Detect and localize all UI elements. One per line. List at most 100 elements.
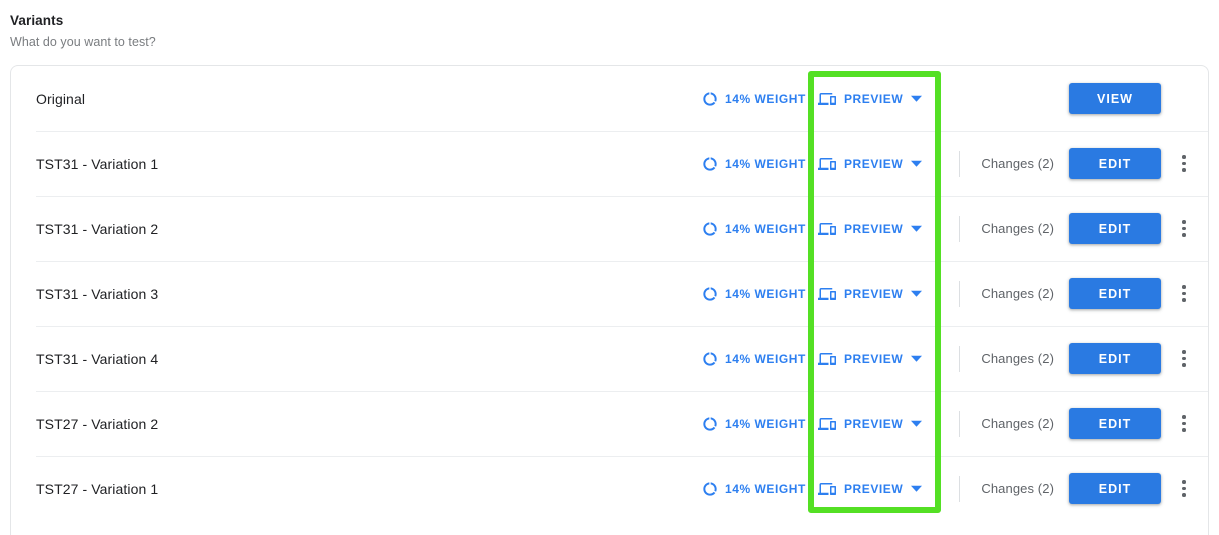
- variant-name: Original: [36, 90, 86, 107]
- actions-divider: [959, 475, 961, 502]
- chevron-down-icon: [911, 288, 923, 299]
- preview-label: PREVIEW: [844, 156, 904, 171]
- more-vert-icon[interactable]: [1171, 474, 1197, 504]
- chevron-down-icon: [911, 93, 923, 104]
- kebab-dot: [1182, 168, 1186, 172]
- kebab-dot: [1182, 415, 1186, 419]
- kebab-dot: [1182, 220, 1186, 224]
- row-action-button[interactable]: EDIT: [1069, 213, 1161, 244]
- weight-label: 14% WEIGHT: [725, 156, 806, 171]
- kebab-dot: [1182, 298, 1186, 302]
- table-row[interactable]: TST27 - Variation 1 14% WEIGHT PREVIEW C…: [11, 456, 1208, 521]
- preview-dropdown-button[interactable]: PREVIEW: [818, 350, 923, 368]
- row-action-button[interactable]: EDIT: [1069, 148, 1161, 179]
- variants-list: Original 14% WEIGHT PREVIEW VIEW TST31 -…: [11, 66, 1208, 521]
- weight-indicator: 14% WEIGHT: [702, 221, 808, 237]
- variant-name: TST31 - Variation 3: [36, 285, 159, 302]
- more-vert-icon[interactable]: [1171, 279, 1197, 309]
- table-row[interactable]: Original 14% WEIGHT PREVIEW VIEW: [11, 66, 1208, 131]
- weight-indicator: 14% WEIGHT: [702, 416, 808, 432]
- devices-icon: [818, 350, 836, 368]
- variant-name: TST27 - Variation 1: [36, 480, 159, 497]
- kebab-dot: [1182, 350, 1186, 354]
- weight-label: 14% WEIGHT: [725, 221, 806, 236]
- variant-name: TST31 - Variation 4: [36, 350, 159, 367]
- more-vert-icon[interactable]: [1171, 409, 1197, 439]
- kebab-dot: [1182, 161, 1186, 166]
- row-actions: Changes (2) EDIT: [939, 278, 1208, 309]
- data-usage-donut-icon: [702, 156, 718, 172]
- preview-dropdown-button[interactable]: PREVIEW: [818, 220, 923, 238]
- table-row[interactable]: TST31 - Variation 1 14% WEIGHT PREVIEW C…: [11, 131, 1208, 196]
- devices-icon: [818, 415, 836, 433]
- devices-icon: [818, 285, 836, 303]
- preview-cell: PREVIEW: [808, 415, 939, 433]
- data-usage-donut-icon: [702, 481, 718, 497]
- data-usage-donut-icon: [702, 286, 718, 302]
- row-actions: VIEW: [939, 83, 1208, 114]
- weight-label: 14% WEIGHT: [725, 286, 806, 301]
- row-action-button[interactable]: EDIT: [1069, 473, 1161, 504]
- row-actions: Changes (2) EDIT: [939, 343, 1208, 374]
- more-vert-icon[interactable]: [1171, 214, 1197, 244]
- kebab-dot: [1182, 493, 1186, 497]
- preview-dropdown-button[interactable]: PREVIEW: [818, 480, 923, 498]
- variant-name: TST27 - Variation 2: [36, 415, 159, 432]
- data-usage-donut-icon: [702, 221, 718, 237]
- row-action-button[interactable]: VIEW: [1069, 83, 1161, 114]
- kebab-dot: [1182, 363, 1186, 367]
- data-usage-donut-icon: [702, 416, 718, 432]
- preview-cell: PREVIEW: [808, 155, 939, 173]
- weight-label: 14% WEIGHT: [725, 91, 806, 106]
- variants-page: Variants What do you want to test? Origi…: [0, 0, 1219, 535]
- variant-name: TST31 - Variation 2: [36, 220, 159, 237]
- table-row[interactable]: TST31 - Variation 3 14% WEIGHT PREVIEW C…: [11, 261, 1208, 326]
- changes-count: Changes (2): [981, 351, 1054, 366]
- row-actions: Changes (2) EDIT: [939, 148, 1208, 179]
- weight-indicator: 14% WEIGHT: [702, 481, 808, 497]
- table-row[interactable]: TST31 - Variation 2 14% WEIGHT PREVIEW C…: [11, 196, 1208, 261]
- devices-icon: [818, 480, 836, 498]
- row-actions: Changes (2) EDIT: [939, 213, 1208, 244]
- preview-cell: PREVIEW: [808, 285, 939, 303]
- weight-label: 14% WEIGHT: [725, 481, 806, 496]
- preview-dropdown-button[interactable]: PREVIEW: [818, 415, 923, 433]
- kebab-dot: [1182, 233, 1186, 237]
- chevron-down-icon: [911, 158, 923, 169]
- more-vert-icon[interactable]: [1171, 149, 1197, 179]
- table-row[interactable]: TST27 - Variation 2 14% WEIGHT PREVIEW C…: [11, 391, 1208, 456]
- actions-divider: [959, 150, 961, 177]
- preview-dropdown-button[interactable]: PREVIEW: [818, 155, 923, 173]
- row-actions: Changes (2) EDIT: [939, 473, 1208, 504]
- row-action-button[interactable]: EDIT: [1069, 408, 1161, 439]
- variants-card: Original 14% WEIGHT PREVIEW VIEW TST31 -…: [10, 65, 1209, 535]
- kebab-dot: [1182, 428, 1186, 432]
- preview-cell: PREVIEW: [808, 90, 939, 108]
- preview-dropdown-button[interactable]: PREVIEW: [818, 285, 923, 303]
- chevron-down-icon: [911, 418, 923, 429]
- weight-indicator: 14% WEIGHT: [702, 286, 808, 302]
- changes-count: Changes (2): [981, 156, 1054, 171]
- row-action-button[interactable]: EDIT: [1069, 343, 1161, 374]
- preview-label: PREVIEW: [844, 481, 904, 496]
- table-row[interactable]: TST31 - Variation 4 14% WEIGHT PREVIEW C…: [11, 326, 1208, 391]
- devices-icon: [818, 155, 836, 173]
- row-action-button[interactable]: EDIT: [1069, 278, 1161, 309]
- page-header: Variants What do you want to test?: [0, 0, 1219, 51]
- data-usage-donut-icon: [702, 91, 718, 107]
- preview-dropdown-button[interactable]: PREVIEW: [818, 90, 923, 108]
- page-subtitle: What do you want to test?: [10, 35, 156, 49]
- kebab-dot: [1182, 421, 1186, 426]
- data-usage-donut-icon: [702, 351, 718, 367]
- changes-count: Changes (2): [981, 286, 1054, 301]
- preview-cell: PREVIEW: [808, 350, 939, 368]
- changes-count: Changes (2): [981, 481, 1054, 496]
- more-vert-icon[interactable]: [1171, 344, 1197, 374]
- kebab-dot: [1182, 480, 1186, 484]
- weight-indicator: 14% WEIGHT: [702, 91, 808, 107]
- weight-indicator: 14% WEIGHT: [702, 351, 808, 367]
- row-actions: Changes (2) EDIT: [939, 408, 1208, 439]
- preview-cell: PREVIEW: [808, 480, 939, 498]
- chevron-down-icon: [911, 223, 923, 234]
- weight-label: 14% WEIGHT: [725, 351, 806, 366]
